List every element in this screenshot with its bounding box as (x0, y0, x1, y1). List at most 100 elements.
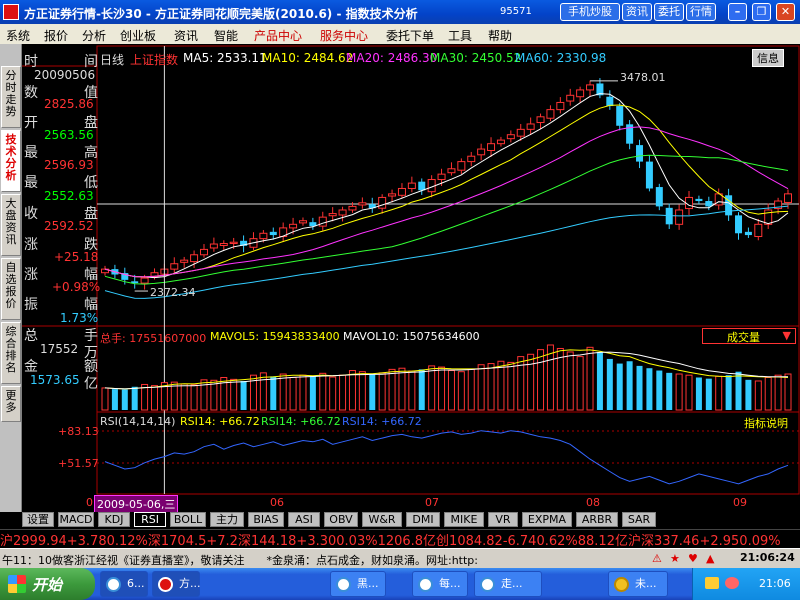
tab-sar[interactable]: SAR (622, 512, 656, 527)
alert-icon-2[interactable]: ★ (670, 552, 680, 565)
task-3[interactable]: 黑... (330, 571, 386, 597)
app-icon (106, 577, 121, 592)
x-axis-07: 07 (425, 496, 439, 509)
chart-area[interactable] (0, 0, 800, 512)
indicator-dropdown[interactable]: 成交量 ▼ (702, 328, 796, 344)
tab-obv[interactable]: OBV (324, 512, 358, 527)
tray-app-icon[interactable] (705, 577, 719, 589)
rsi2-value: RSI14: +66.72 (261, 415, 341, 428)
status-clock: 21:06:24 (740, 551, 795, 564)
volume-bar-up (537, 349, 545, 411)
tab-main-force[interactable]: 主力 (210, 512, 244, 527)
alert-icon-4[interactable]: ▲ (706, 552, 714, 565)
ma10-value: MA10: 2484.62 (262, 51, 354, 65)
volume-bar-up (774, 374, 782, 411)
volume-bar-down (616, 363, 623, 410)
mavol5: MAVOL5: 15943833400 (210, 330, 340, 343)
volume-bar-down (626, 361, 633, 410)
info-button[interactable]: 信息 (752, 49, 784, 67)
start-button[interactable]: 开始 (0, 568, 95, 600)
low-value: 2552.63 (44, 189, 94, 203)
candle-body-up (447, 168, 456, 174)
task-6[interactable]: 未... (608, 571, 668, 597)
tab-boll[interactable]: BOLL (170, 512, 206, 527)
volume-bar-up (408, 370, 416, 411)
indicator-tabs: 设置 MACD KDJ RSI BOLL 主力 BIAS ASI OBV W&R… (22, 512, 800, 528)
volume-bar-up (467, 368, 475, 411)
volume-bar-up (378, 372, 386, 411)
low-label: 最 (24, 175, 38, 191)
candle-body-up (754, 223, 763, 238)
volume-bar-up (438, 366, 446, 411)
mavol10: MAVOL10: 15075634600 (343, 330, 480, 343)
task-3-label: 黑... (357, 577, 379, 590)
start-label: 开始 (32, 576, 63, 594)
candle-body-down (616, 106, 624, 126)
news-ticker-text: 午11：10做客浙江经视《证券直播室》，敬请关注 *金泉涌：点石成金，财如泉涌。… (2, 554, 478, 567)
candle-body-up (338, 209, 347, 216)
volume-bar-up (358, 371, 366, 411)
task-2[interactable]: 方... (152, 571, 201, 597)
tab-vr[interactable]: VR (488, 512, 518, 527)
rsi-upper-axis: +83.13 (58, 425, 99, 438)
candle-body-up (219, 242, 228, 246)
value-label: 数 (24, 85, 38, 101)
volume-bar-up (210, 379, 218, 411)
ma30-line (104, 154, 789, 285)
tab-dmi[interactable]: DMI (406, 512, 440, 527)
volume-bar-up (319, 372, 327, 411)
volume-bar-up (190, 384, 198, 411)
candle-body-up (675, 209, 684, 225)
candle-body-down (269, 231, 277, 236)
vol-label: 总 (24, 328, 38, 344)
browser-icon (480, 577, 495, 592)
task-1[interactable]: 6... (100, 571, 148, 597)
tab-asi[interactable]: ASI (288, 512, 320, 527)
pct-label: 涨 (24, 267, 38, 283)
x-axis-06: 06 (270, 496, 284, 509)
tab-mike[interactable]: MIKE (444, 512, 484, 527)
volume-bar-down (705, 378, 712, 410)
tab-bias[interactable]: BIAS (248, 512, 284, 527)
amp-value: 1.73% (60, 311, 99, 325)
ma60-value: MA60: 2330.98 (515, 51, 607, 65)
rsi1-value: RSI14: +66.72 (180, 415, 260, 428)
ma5-value: MA5: 2533.11 (183, 51, 267, 65)
task-5[interactable]: 走... (474, 571, 542, 597)
task-4[interactable]: 每... (412, 571, 468, 597)
low-annotation: 2372.34 (150, 286, 196, 299)
candle-body-down (735, 215, 743, 234)
close-label: 收 (24, 206, 38, 222)
tab-kdj[interactable]: KDJ (98, 512, 130, 527)
tab-macd[interactable]: MACD (58, 512, 94, 527)
rsi-line (104, 430, 789, 485)
indicator-help-button[interactable]: 指标说明 (744, 415, 788, 431)
alert-icon-3[interactable]: ♥ (688, 552, 698, 565)
tab-wr[interactable]: W&R (362, 512, 402, 527)
period-label: 日线 (100, 53, 125, 67)
candle-body-up (566, 94, 575, 102)
tab-arbr[interactable]: ARBR (576, 512, 618, 527)
tab-expma[interactable]: EXPMA (522, 512, 572, 527)
volume-bar-down (636, 365, 643, 410)
tab-rsi[interactable]: RSI (134, 512, 166, 527)
candle-body-up (259, 232, 268, 240)
volume-bar-up (388, 368, 396, 411)
volume-bar-up (527, 353, 535, 411)
ma30-value: MA30: 2450.52 (430, 51, 522, 65)
tray-shield-icon[interactable] (725, 577, 739, 589)
volume-bar-up (398, 367, 406, 411)
volume-bar-up (339, 374, 347, 411)
browser-icon (336, 577, 351, 592)
volume-bar-up (299, 374, 307, 411)
candle-body-up (180, 259, 189, 263)
candle-body-down (695, 198, 703, 202)
tab-settings[interactable]: 设置 (22, 512, 54, 527)
candle-body-up (516, 128, 525, 137)
volume-bar-down (725, 375, 732, 410)
alert-icon[interactable]: ⚠ (652, 552, 662, 565)
candle-body-down (744, 231, 752, 236)
task-1-label: 6... (127, 577, 145, 590)
candle-body-up (229, 241, 238, 244)
app-icon (614, 577, 629, 592)
